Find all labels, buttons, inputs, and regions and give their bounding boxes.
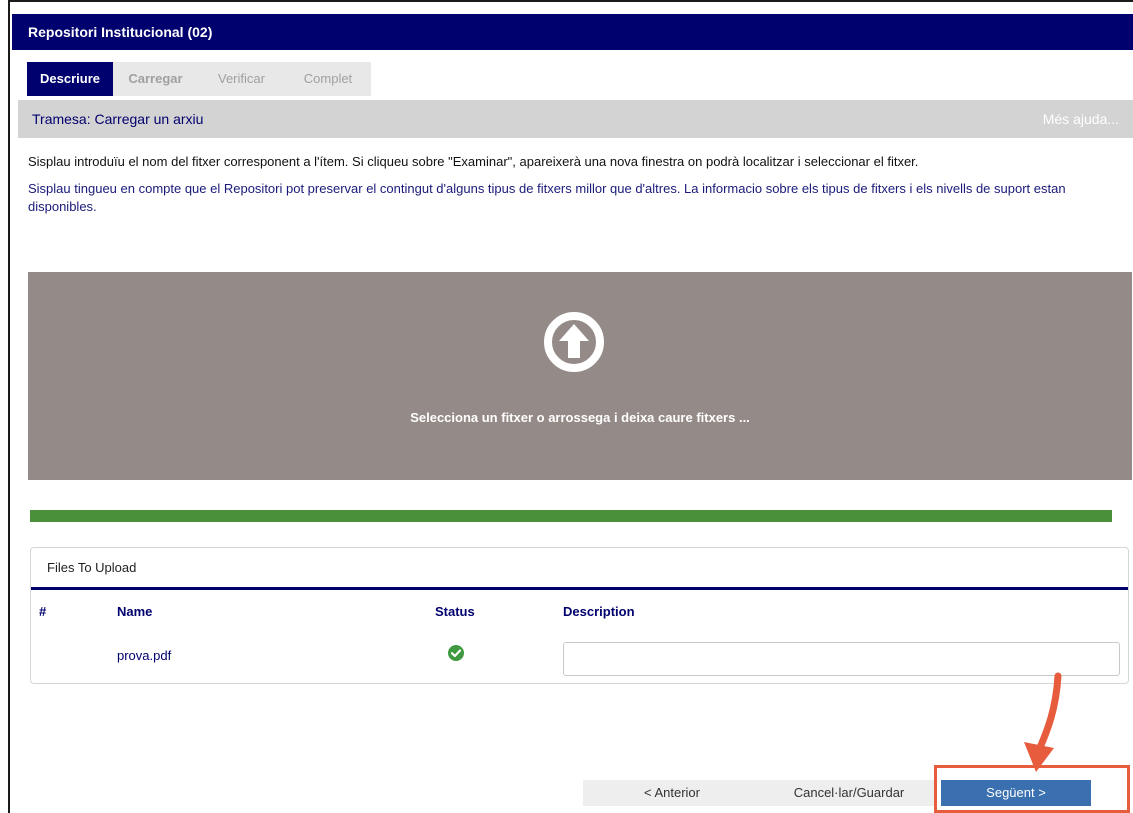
previous-button[interactable]: < Anterior bbox=[583, 780, 761, 806]
section-title: Tramesa: Carregar un arxiu bbox=[32, 111, 204, 127]
help-link[interactable]: Més ajuda... bbox=[1043, 111, 1119, 127]
section-header: Tramesa: Carregar un arxiu Més ajuda... bbox=[18, 100, 1133, 138]
file-types-note: Sisplau tingueu en compte que el Reposit… bbox=[28, 181, 1066, 214]
upload-progress-bar bbox=[30, 510, 1112, 522]
dropzone-label: Selecciona un fitxer o arrossega i deixa… bbox=[410, 410, 750, 425]
tab-verificar[interactable]: Verificar bbox=[197, 62, 285, 96]
file-dropzone[interactable] bbox=[28, 272, 1132, 480]
tab-complet[interactable]: Complet bbox=[284, 62, 371, 96]
column-name: Name bbox=[117, 604, 153, 619]
pointer-arrow-icon bbox=[1024, 672, 1062, 772]
instructions-text: Sisplau introduïu el nom del fitxer corr… bbox=[28, 154, 919, 169]
tab-carregar[interactable]: Carregar bbox=[112, 62, 198, 96]
page-title: Repositori Institucional (02) bbox=[12, 14, 1133, 50]
upload-progress-fill bbox=[30, 510, 1112, 522]
step-tabs: Descriure Carregar Verificar Complet bbox=[27, 62, 371, 96]
files-panel-heading: Files To Upload bbox=[31, 548, 1128, 590]
tab-descriure[interactable]: Descriure bbox=[27, 62, 113, 96]
check-circle-icon bbox=[448, 645, 464, 661]
frame-left-border bbox=[8, 0, 10, 813]
upload-arrow-icon[interactable] bbox=[543, 311, 605, 373]
column-index: # bbox=[39, 604, 47, 619]
frame-top-border bbox=[8, 0, 1133, 2]
files-to-upload-panel: Files To Upload # Name Status Descriptio… bbox=[30, 547, 1129, 684]
cancel-save-button[interactable]: Cancel·lar/Guardar bbox=[761, 780, 937, 806]
file-name: prova.pdf bbox=[117, 648, 172, 663]
column-description: Description bbox=[563, 604, 635, 619]
column-status: Status bbox=[435, 604, 475, 619]
